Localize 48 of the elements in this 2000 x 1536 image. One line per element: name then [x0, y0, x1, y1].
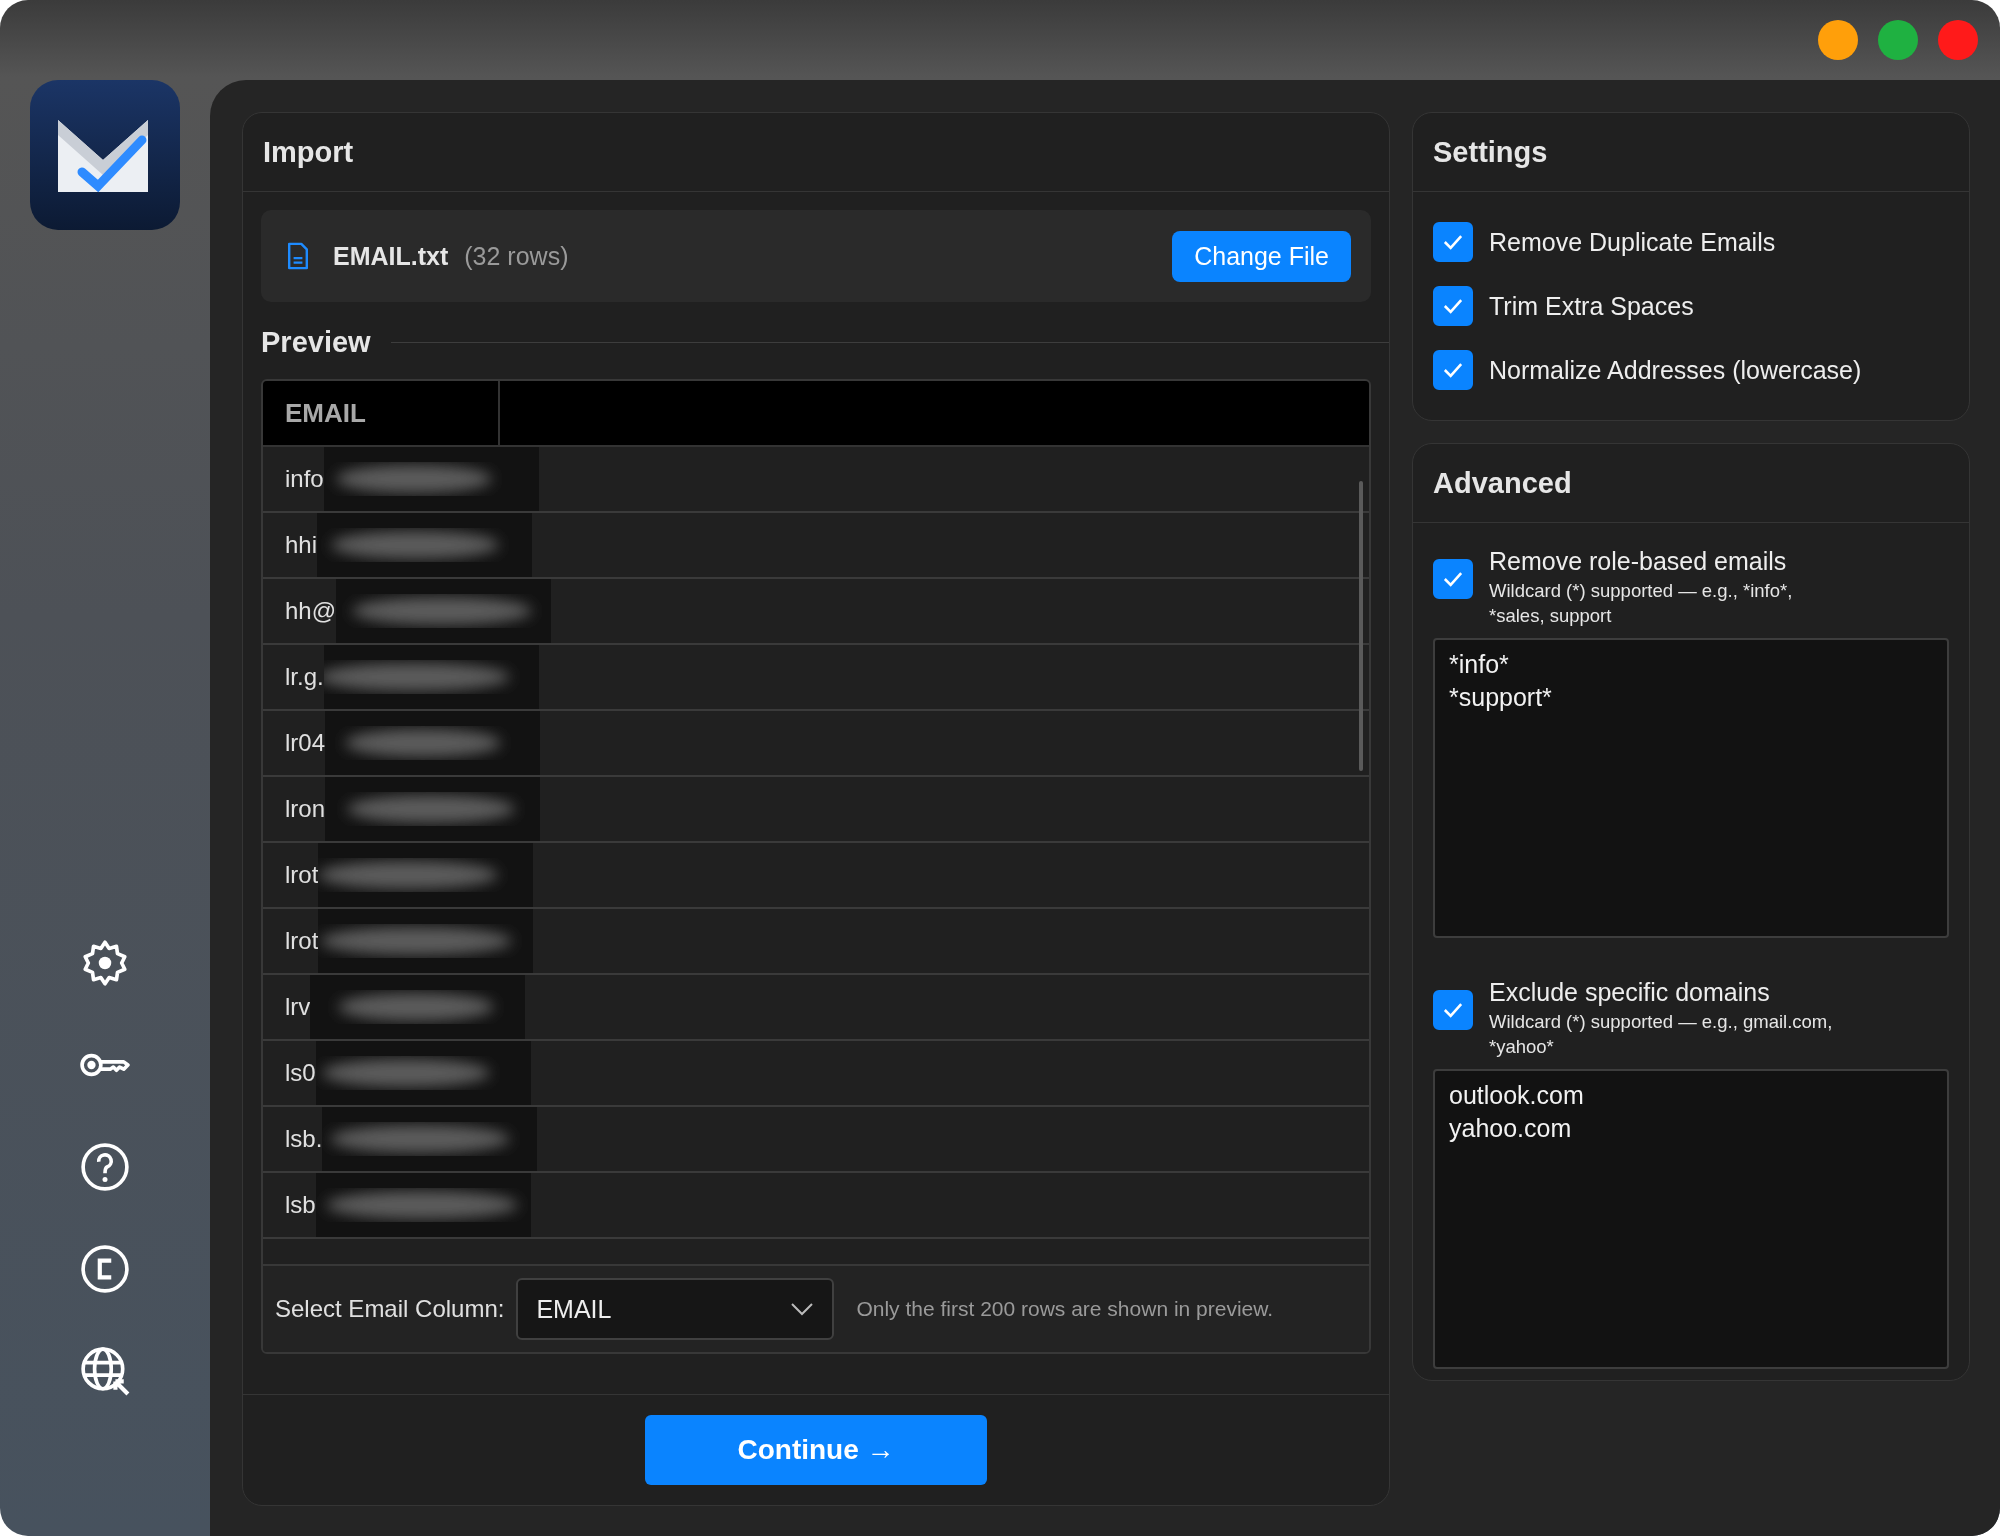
table-cell-text: ls0: [284, 1058, 316, 1088]
change-file-button[interactable]: Change File: [1172, 230, 1351, 282]
card-title: Import: [263, 135, 354, 169]
column-header: EMAIL: [263, 381, 500, 445]
table-cell-text: lrot: [284, 860, 319, 890]
card-title: Settings: [1433, 135, 1548, 169]
table-cell-text: lr04: [284, 728, 326, 758]
window-control[interactable]: [1938, 20, 1978, 60]
option-label: Remove Duplicate Emails: [1489, 227, 1776, 257]
copyright-icon[interactable]: [80, 1244, 130, 1294]
table-cell-text: lr.g.: [284, 662, 324, 692]
table-cell-text: lrot: [284, 926, 319, 956]
table-cell-text: info: [284, 464, 324, 494]
settings-icon[interactable]: [80, 938, 130, 988]
text-area[interactable]: *info* *support*: [1433, 638, 1949, 938]
table-cell-text: lsb: [284, 1190, 316, 1220]
file-name: EMAIL.txt: [333, 241, 449, 271]
row-count: (32 rows): [464, 241, 569, 271]
checkbox[interactable]: [1433, 559, 1473, 599]
help-icon[interactable]: [80, 1142, 130, 1192]
text-area[interactable]: outlook.com yahoo.com: [1433, 1069, 1949, 1369]
checkbox[interactable]: [1433, 222, 1473, 262]
checkbox[interactable]: [1433, 350, 1473, 390]
continue-button[interactable]: Continue →: [645, 1415, 987, 1485]
table-cell-text: lrv: [284, 992, 311, 1022]
card-title: Advanced: [1433, 466, 1572, 500]
hint-text: Wildcard (*) supported — e.g., gmail.com, *yahoo*: [1489, 1010, 1834, 1059]
option-label: Exclude specific domains: [1489, 978, 1771, 1007]
option-label: Trim Extra Spaces: [1489, 291, 1694, 321]
table-cell-text: lron: [284, 794, 326, 824]
table-cell-text: hhi: [284, 530, 318, 560]
window-control[interactable]: [1878, 20, 1918, 60]
checkbox[interactable]: [1433, 286, 1473, 326]
option-label: Remove role-based emails: [1489, 547, 1788, 576]
chevron-down-icon: [790, 1302, 815, 1316]
section-title: Preview: [261, 326, 371, 359]
column-dropdown[interactable]: EMAIL: [516, 1278, 835, 1340]
preview-note: Only the first 200 rows are shown in preview.: [856, 1297, 1274, 1321]
document-icon: [287, 241, 309, 271]
table-cell-text: hh@: [284, 596, 337, 626]
checkbox[interactable]: [1433, 990, 1473, 1030]
globe-icon[interactable]: [80, 1346, 130, 1396]
table-cell-text: lsb.: [284, 1124, 323, 1154]
hint-text: Wildcard (*) supported — e.g., *info*, *sales, support: [1489, 579, 1794, 628]
field-label: Select Email Column:: [275, 1295, 505, 1323]
window-control[interactable]: [1818, 20, 1858, 60]
scrollbar[interactable]: [1359, 481, 1363, 771]
option-label: Normalize Addresses (lowercase): [1489, 355, 1862, 385]
